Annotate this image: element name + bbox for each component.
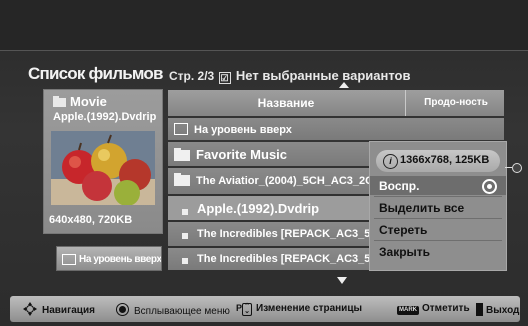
video-file-icon [182, 209, 188, 215]
selection-status: Нет выбранные вариантов [235, 68, 411, 83]
info-icon: i [383, 154, 398, 169]
top-band [0, 0, 528, 50]
menu-item-select-all[interactable]: Выделить все [370, 198, 506, 217]
menu-item-delete[interactable]: Стереть [370, 220, 506, 239]
up-folder-icon [174, 123, 188, 135]
footer-navigation-label: Навигация [42, 305, 95, 316]
up-folder-icon [62, 254, 76, 265]
row-label: На уровень вверх [194, 124, 292, 136]
footer-popup-menu-label: Всплывающее меню [134, 306, 230, 317]
file-info-text: 1366x768, 125KB [400, 154, 490, 166]
exit-icon [476, 303, 483, 316]
ok-button-icon [116, 303, 129, 316]
footer-popup-menu: Всплывающее меню [116, 303, 230, 317]
page-status: Стр. 2/3 ☑ Нет выбранные вариантов [169, 68, 410, 84]
footer-exit: Выход [476, 303, 519, 316]
row-label: Favorite Music [196, 147, 288, 162]
menu-item-close[interactable]: Закрыть [370, 242, 506, 261]
up-level-button[interactable]: На уровень вверх [56, 246, 162, 271]
menu-item-label: Стереть [379, 223, 428, 237]
folder-icon [53, 96, 66, 107]
footer-navigation: Навигация [23, 302, 95, 316]
row-label: The Incredibles [REPACK_AC3_5.1ch] [197, 228, 397, 240]
folder-icon [174, 173, 190, 186]
menu-divider [374, 240, 502, 241]
footer-mark-label: Отметить [422, 303, 470, 314]
scroll-down-arrow-icon[interactable] [337, 277, 347, 284]
page-key-icon: P ⌃ ⌄ [236, 303, 253, 316]
popup-menu: i 1366x768, 125KB Воспр. Выделить все Сте… [369, 141, 507, 271]
popup-anchor-icon [512, 163, 522, 173]
video-file-icon [182, 258, 188, 264]
column-divider [405, 90, 406, 116]
preview-folder-label: Movie [70, 94, 107, 109]
preview-panel: Movie Apple.(1992).Dvdrip 640x480, 720KB [43, 89, 163, 234]
footer-mark: MARK Отметить [397, 303, 470, 315]
popup-connector [505, 167, 512, 168]
page-counter: Стр. 2/3 [169, 69, 215, 83]
preview-resolution: 640x480, 720KB [49, 214, 133, 226]
footer-page-change: P ⌃ ⌄ Изменение страницы [236, 303, 362, 316]
preview-thumbnail [51, 131, 155, 205]
movie-list-screen: Список фильмов Стр. 2/3 ☑ Нет выбранные … [0, 0, 528, 326]
mark-key-icon: MARK [397, 306, 419, 315]
menu-item-label: Закрыть [379, 245, 431, 259]
row-label: Apple.(1992).Dvdrip [197, 201, 320, 216]
row-label: The Incredibles [REPACK_AC3_5.1ch] [197, 253, 397, 265]
menu-divider [374, 196, 502, 197]
video-file-icon [182, 233, 188, 239]
column-header-duration: Продо-ность [424, 97, 488, 108]
scroll-up-arrow-icon[interactable] [339, 82, 349, 88]
apples-thumbnail-image [51, 131, 155, 205]
checkbox-icon: ☑ [218, 72, 231, 84]
preview-file-name: Apple.(1992).Dvdrip [53, 111, 157, 123]
preview-folder: Movie [53, 94, 107, 109]
table-row-up[interactable]: На уровень вверх [168, 118, 504, 140]
top-divider [0, 50, 528, 51]
footer-page-change-label: Изменение страницы [256, 303, 363, 314]
up-level-button-label: На уровень вверх [79, 254, 162, 265]
folder-icon [174, 148, 190, 161]
row-label: The Aviatior_(2004)_5CH_AC3_2CH [196, 175, 382, 187]
table-header: Название Продо-ность [168, 90, 504, 116]
page-title: Список фильмов [28, 64, 163, 83]
menu-item-label: Выделить все [379, 201, 465, 215]
file-info-pill: i 1366x768, 125KB [376, 150, 500, 172]
menu-divider [374, 218, 502, 219]
column-header-name: Название [257, 96, 315, 110]
menu-item-play[interactable]: Воспр. [370, 176, 506, 195]
navigation-arrows-icon [23, 302, 37, 316]
menu-item-label: Воспр. [379, 179, 420, 193]
footer-exit-label: Выход [486, 305, 520, 316]
radio-selected-icon [482, 179, 497, 194]
footer-help-bar: Навигация Всплывающее меню P ⌃ ⌄ Изменение … [10, 296, 520, 322]
